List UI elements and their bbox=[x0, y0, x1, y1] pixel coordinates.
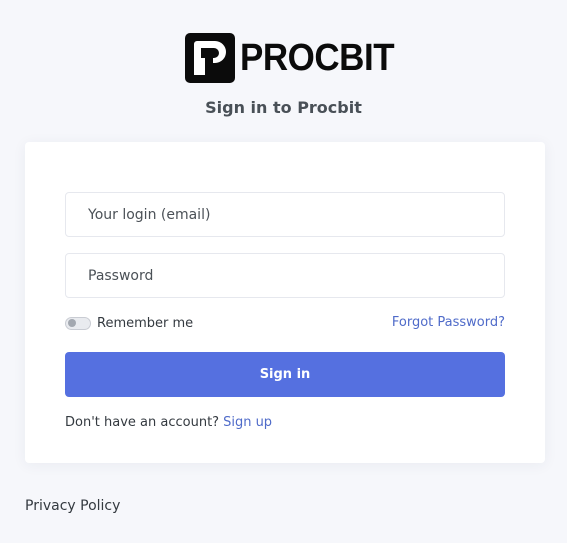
login-page: PROCBIT Sign in to Procbit Remember me F… bbox=[0, 0, 567, 543]
privacy-policy-link[interactable]: Privacy Policy bbox=[25, 498, 120, 514]
remember-me-toggle[interactable]: Remember me bbox=[65, 314, 193, 332]
brand-name: PROCBIT bbox=[240, 37, 395, 79]
remember-me-label: Remember me bbox=[97, 315, 194, 331]
procbit-p-logo-icon bbox=[185, 33, 235, 83]
sign-up-link[interactable]: Sign up bbox=[223, 415, 272, 430]
sign-in-button[interactable]: Sign in bbox=[65, 352, 505, 397]
brand-logo: PROCBIT bbox=[185, 33, 408, 83]
email-field[interactable] bbox=[65, 192, 505, 237]
signup-row: Don't have an account? Sign up bbox=[65, 414, 272, 432]
toggle-switch[interactable] bbox=[65, 316, 91, 330]
forgot-password-link[interactable]: Forgot Password? bbox=[392, 314, 505, 332]
signup-prompt: Don't have an account? bbox=[65, 415, 220, 430]
page-title: Sign in to Procbit bbox=[205, 98, 362, 117]
password-field[interactable] bbox=[65, 253, 505, 298]
login-card: Remember me Forgot Password? Sign in Don… bbox=[25, 142, 545, 463]
toggle-knob bbox=[68, 319, 76, 327]
